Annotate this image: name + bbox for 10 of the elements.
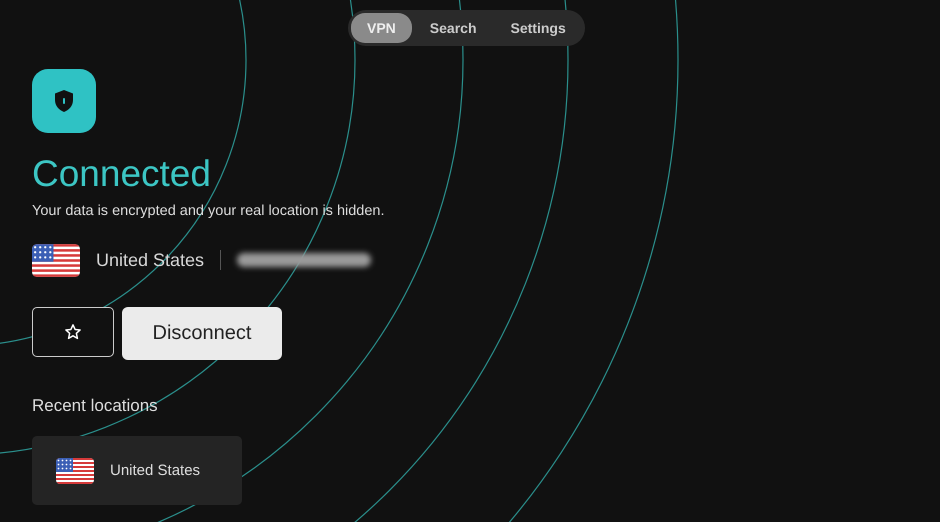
flag-icon [32,244,80,276]
favorite-button[interactable] [32,307,114,357]
disconnect-button[interactable]: Disconnect [122,307,282,360]
recent-location-card[interactable]: United States [32,436,242,505]
tab[interactable]: Settings [494,13,582,43]
flag-icon [56,458,94,484]
tab[interactable]: Search [414,13,492,43]
status-title: Connected [32,155,211,192]
star-icon [64,323,82,341]
shield-app-icon [32,69,96,133]
